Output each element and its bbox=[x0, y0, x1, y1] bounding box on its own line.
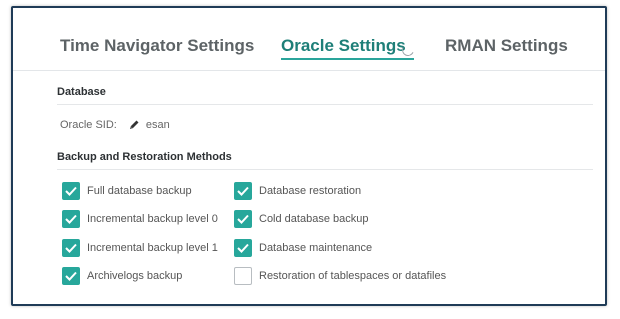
checkbox-label: Database restoration bbox=[259, 185, 362, 197]
checkbox-label: Database maintenance bbox=[259, 242, 373, 254]
tab-rman-settings[interactable]: RMAN Settings bbox=[445, 36, 568, 56]
checkbox-label: Incremental backup level 0 bbox=[87, 213, 218, 225]
oracle-sid-row: Oracle SID: esan bbox=[60, 119, 170, 131]
checkbox-incremental-backup-level-0[interactable]: Incremental backup level 0 bbox=[62, 210, 218, 228]
divider bbox=[57, 169, 593, 170]
checkbox-label: Archivelogs backup bbox=[87, 270, 183, 282]
checkbox-database-maintenance[interactable]: Database maintenance bbox=[234, 239, 372, 257]
oracle-sid-value[interactable]: esan bbox=[146, 119, 170, 131]
checkbox-database-restoration[interactable]: Database restoration bbox=[234, 182, 361, 200]
checkbox-checked-icon[interactable] bbox=[234, 239, 252, 257]
settings-tabs: Time Navigator Settings Oracle Settings … bbox=[13, 8, 605, 71]
checkbox-label: Restoration of tablespaces or datafiles bbox=[259, 270, 447, 282]
checkbox-checked-icon[interactable] bbox=[234, 182, 252, 200]
checkbox-full-database-backup[interactable]: Full database backup bbox=[62, 182, 192, 200]
checkbox-label: Full database backup bbox=[87, 185, 192, 197]
settings-panel: Time Navigator Settings Oracle Settings … bbox=[11, 6, 607, 306]
checkbox-archivelogs-backup[interactable]: Archivelogs backup bbox=[62, 267, 182, 285]
checkbox-label: Incremental backup level 1 bbox=[87, 242, 218, 254]
divider bbox=[57, 104, 593, 105]
checkbox-checked-icon[interactable] bbox=[234, 210, 252, 228]
checkbox-label: Cold database backup bbox=[259, 213, 369, 225]
checkbox-cold-database-backup[interactable]: Cold database backup bbox=[234, 210, 368, 228]
database-section-title: Database bbox=[57, 86, 106, 98]
checkbox-checked-icon[interactable] bbox=[62, 267, 80, 285]
checkbox-restoration-of-tablespaces[interactable]: Restoration of tablespaces or datafiles bbox=[234, 267, 446, 285]
checkbox-unchecked-icon[interactable] bbox=[234, 267, 252, 285]
tab-oracle-settings[interactable]: Oracle Settings bbox=[281, 36, 406, 56]
checkbox-checked-icon[interactable] bbox=[62, 182, 80, 200]
checkbox-checked-icon[interactable] bbox=[62, 239, 80, 257]
oracle-sid-label: Oracle SID: bbox=[60, 119, 117, 131]
checkbox-checked-icon[interactable] bbox=[62, 210, 80, 228]
tab-time-navigator-settings[interactable]: Time Navigator Settings bbox=[60, 36, 254, 56]
active-tab-indicator bbox=[281, 58, 414, 60]
methods-section-title: Backup and Restoration Methods bbox=[57, 151, 232, 163]
pencil-edit-icon[interactable] bbox=[128, 119, 140, 131]
checkbox-incremental-backup-level-1[interactable]: Incremental backup level 1 bbox=[62, 239, 218, 257]
